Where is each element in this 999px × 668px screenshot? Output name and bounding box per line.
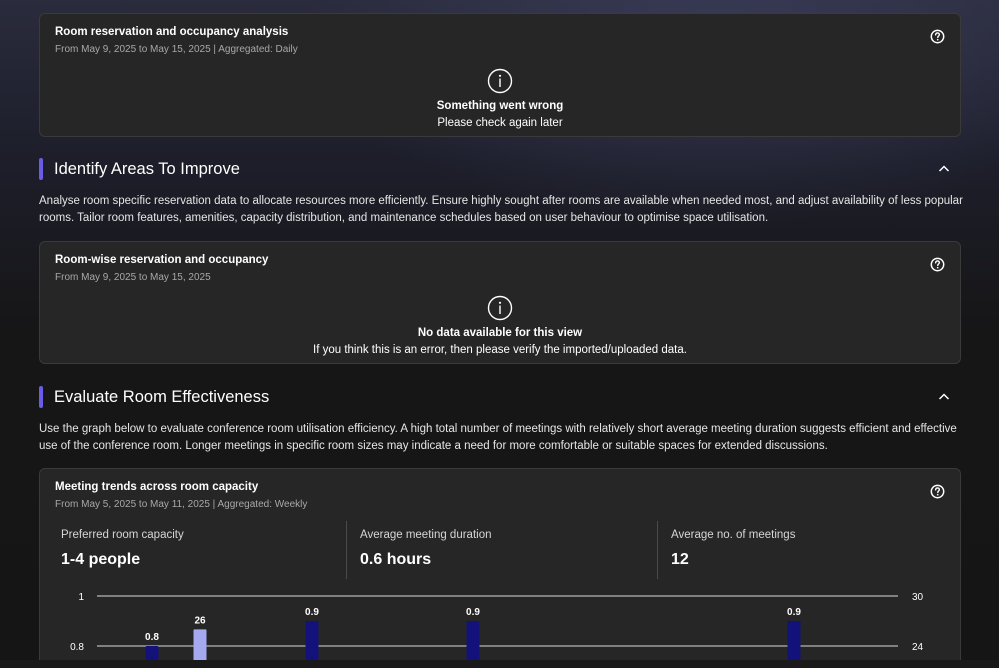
bar-data-label: 26: [194, 615, 206, 626]
kpi-average-duration: Average meeting duration 0.6 hours: [360, 529, 492, 569]
section-header-improve: Identify Areas To Improve: [39, 158, 961, 182]
chart-bar: [193, 629, 207, 664]
occupancy-analysis-card: Room reservation and occupancy analysis …: [39, 13, 961, 137]
bar-data-label: 0.9: [466, 607, 480, 618]
question-circle-icon[interactable]: [930, 29, 945, 44]
section-description: Use the graph below to evaluate conferen…: [39, 423, 957, 452]
message-text: Please check again later: [437, 117, 563, 129]
message-title: Something went wrong: [436, 100, 564, 112]
card-title: Meeting trends across room capacity: [55, 481, 259, 493]
kpi-preferred-capacity: Preferred room capacity 1-4 people: [61, 529, 184, 569]
info-circle-icon: [487, 295, 513, 321]
question-circle-icon[interactable]: [930, 484, 945, 499]
bottom-strip: [0, 660, 999, 668]
kpi-divider: [346, 521, 347, 579]
chart-bar: [466, 621, 480, 664]
chevron-up-icon[interactable]: [937, 162, 951, 176]
bar-data-label: 0.9: [787, 607, 801, 618]
right-tick-label: 24: [912, 642, 924, 653]
message-title: No data available for this view: [417, 327, 583, 339]
kpi-value: 12: [671, 551, 689, 568]
chevron-up-icon[interactable]: [937, 390, 951, 404]
chart-bar: [787, 621, 801, 664]
card-title: Room-wise reservation and occupancy: [55, 254, 269, 266]
info-circle-icon: [487, 68, 513, 94]
chart-bar: [305, 621, 319, 664]
kpi-value: 0.6 hours: [360, 551, 432, 568]
kpi-label: Average no. of meetings: [671, 529, 796, 541]
no-data-message: No data available for this view If you t…: [40, 295, 960, 356]
kpi-average-meetings: Average no. of meetings 12: [671, 529, 795, 569]
meeting-trends-chart: 1 30 0.8 24 0.8 26 0.9 0.9 0.9: [70, 592, 924, 664]
section-header-effectiveness: Evaluate Room Effectiveness: [39, 386, 961, 410]
kpi-divider: [657, 521, 658, 579]
section-description: Analyse room specific reservation data t…: [39, 195, 963, 224]
section-title: Identify Areas To Improve: [54, 160, 240, 178]
section-title: Evaluate Room Effectiveness: [54, 388, 270, 406]
section-accent-bar: [39, 158, 43, 180]
bar-data-label: 0.9: [305, 607, 319, 618]
question-circle-icon[interactable]: [930, 257, 945, 272]
message-text: If you think this is an error, then plea…: [313, 344, 687, 356]
card-title: Room reservation and occupancy analysis: [55, 26, 289, 38]
card-subtitle: From May 9, 2025 to May 15, 2025: [55, 272, 211, 283]
kpi-value: 1-4 people: [61, 551, 141, 568]
left-tick-label: 1: [78, 592, 84, 603]
card-subtitle: From May 9, 2025 to May 15, 2025 | Aggre…: [55, 44, 298, 55]
meeting-trends-card: Meeting trends across room capacity From…: [39, 468, 961, 668]
error-message: Something went wrong Please check again …: [40, 68, 960, 129]
card-subtitle: From May 5, 2025 to May 11, 2025 | Aggre…: [55, 499, 308, 510]
left-tick-label: 0.8: [70, 642, 84, 653]
right-tick-label: 30: [912, 592, 924, 603]
kpi-label: Average meeting duration: [360, 529, 492, 541]
room-wise-card: Room-wise reservation and occupancy From…: [39, 241, 961, 364]
section-accent-bar: [39, 386, 43, 408]
bar-data-label: 0.8: [145, 632, 159, 643]
kpi-label: Preferred room capacity: [61, 529, 184, 541]
